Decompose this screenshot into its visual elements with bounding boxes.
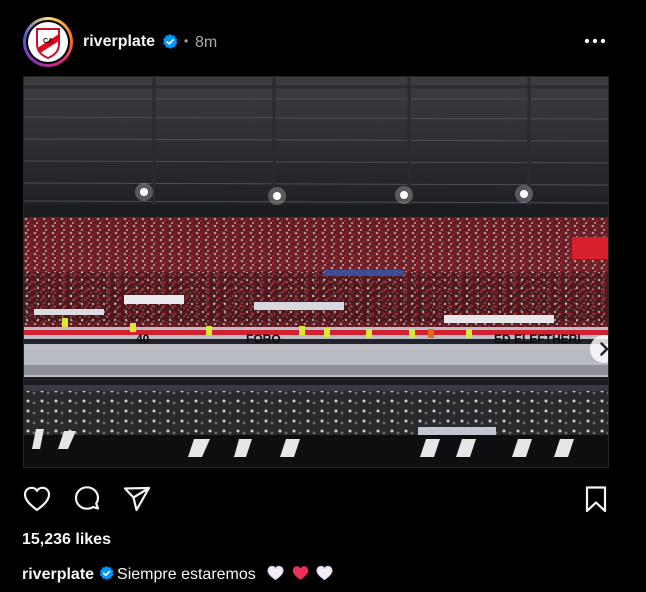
verified-badge-icon	[163, 34, 178, 49]
red-heart-emoji-icon	[292, 566, 308, 580]
share-icon[interactable]	[122, 484, 152, 514]
svg-text:FORO: FORO	[246, 332, 281, 346]
post-time[interactable]: 8m	[195, 34, 217, 52]
svg-text:40: 40	[136, 332, 150, 346]
post-media[interactable]: 40 FORO ED ELEFTHERI	[23, 76, 609, 468]
svg-text:CA: CA	[43, 38, 53, 45]
next-media-button[interactable]	[590, 335, 608, 363]
instagram-post: CA riverplate • 8m 40 FORO ED ELEFTHERI …	[0, 0, 646, 592]
stadium-photo: 40 FORO ED ELEFTHERI	[24, 77, 608, 467]
post-username[interactable]: riverplate	[83, 33, 155, 51]
svg-text:ED ELEFTHERI: ED ELEFTHERI	[494, 332, 581, 346]
post-caption: riverplate Siempre estaremos	[22, 565, 333, 584]
white-heart-emoji-icon	[316, 565, 333, 581]
comment-icon[interactable]	[72, 484, 102, 514]
caption-username[interactable]: riverplate	[22, 566, 94, 583]
post-actions	[0, 480, 646, 520]
more-options-icon[interactable]	[581, 28, 609, 54]
bookmark-icon[interactable]	[581, 484, 611, 514]
post-header: CA riverplate • 8m	[0, 0, 646, 76]
verified-badge-icon	[99, 566, 114, 581]
heart-icon[interactable]	[22, 484, 52, 514]
avatar[interactable]: CA	[23, 17, 73, 67]
time-separator: •	[184, 34, 189, 48]
white-heart-emoji-icon	[267, 565, 284, 581]
chevron-right-icon	[600, 342, 608, 356]
caption-text: Siempre estaremos	[117, 566, 256, 583]
avatar-frame: CA	[26, 20, 70, 64]
river-plate-logo: CA	[28, 22, 68, 62]
likes-count[interactable]: 15,236 likes	[22, 531, 111, 549]
